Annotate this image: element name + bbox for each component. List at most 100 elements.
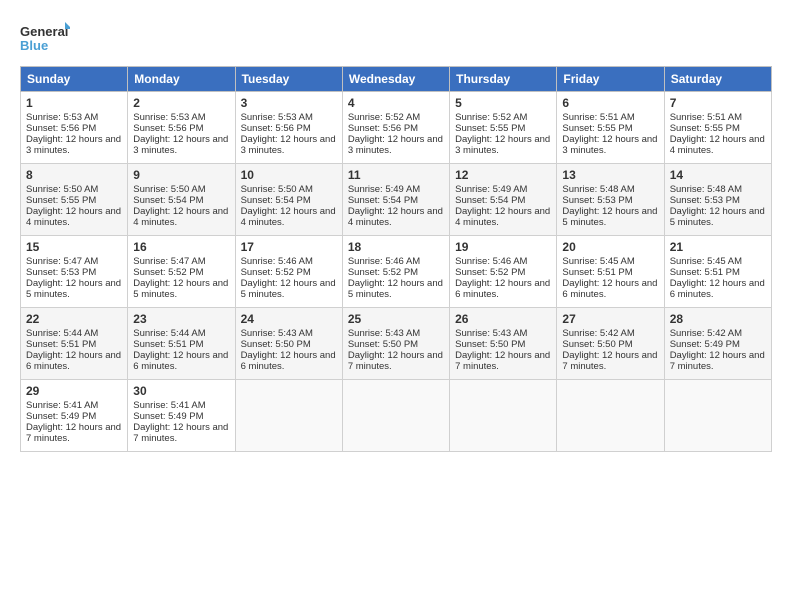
sunrise: Sunrise: 5:41 AM: [26, 400, 98, 411]
daylight-label: Daylight: 12 hours and 5 minutes.: [562, 206, 657, 228]
calendar-cell: 1Sunrise: 5:53 AMSunset: 5:56 PMDaylight…: [21, 92, 128, 164]
sunset: Sunset: 5:51 PM: [670, 267, 740, 278]
sunset: Sunset: 5:54 PM: [133, 195, 203, 206]
header-monday: Monday: [128, 67, 235, 92]
daylight-label: Daylight: 12 hours and 6 minutes.: [562, 278, 657, 300]
sunrise: Sunrise: 5:44 AM: [133, 328, 205, 339]
daylight-label: Daylight: 12 hours and 3 minutes.: [348, 134, 443, 156]
calendar-cell: 21Sunrise: 5:45 AMSunset: 5:51 PMDayligh…: [664, 236, 771, 308]
week-row-5: 29Sunrise: 5:41 AMSunset: 5:49 PMDayligh…: [21, 380, 772, 452]
daylight-label: Daylight: 12 hours and 5 minutes.: [348, 278, 443, 300]
day-number: 30: [133, 384, 229, 398]
calendar-cell: 15Sunrise: 5:47 AMSunset: 5:53 PMDayligh…: [21, 236, 128, 308]
calendar-cell: 2Sunrise: 5:53 AMSunset: 5:56 PMDaylight…: [128, 92, 235, 164]
header-saturday: Saturday: [664, 67, 771, 92]
sunset: Sunset: 5:52 PM: [348, 267, 418, 278]
day-number: 15: [26, 240, 122, 254]
calendar-table: SundayMondayTuesdayWednesdayThursdayFrid…: [20, 66, 772, 452]
calendar-cell: 19Sunrise: 5:46 AMSunset: 5:52 PMDayligh…: [450, 236, 557, 308]
calendar-cell: 17Sunrise: 5:46 AMSunset: 5:52 PMDayligh…: [235, 236, 342, 308]
sunrise: Sunrise: 5:43 AM: [241, 328, 313, 339]
calendar-cell: 13Sunrise: 5:48 AMSunset: 5:53 PMDayligh…: [557, 164, 664, 236]
sunset: Sunset: 5:52 PM: [455, 267, 525, 278]
day-number: 18: [348, 240, 444, 254]
calendar-cell: 28Sunrise: 5:42 AMSunset: 5:49 PMDayligh…: [664, 308, 771, 380]
daylight-label: Daylight: 12 hours and 7 minutes.: [562, 350, 657, 372]
header-tuesday: Tuesday: [235, 67, 342, 92]
sunrise: Sunrise: 5:43 AM: [348, 328, 420, 339]
calendar-cell: [557, 380, 664, 452]
sunset: Sunset: 5:56 PM: [348, 123, 418, 134]
calendar-cell: 9Sunrise: 5:50 AMSunset: 5:54 PMDaylight…: [128, 164, 235, 236]
day-number: 10: [241, 168, 337, 182]
header-row: General Blue: [20, 20, 772, 60]
daylight-label: Daylight: 12 hours and 3 minutes.: [26, 134, 121, 156]
svg-text:General: General: [20, 24, 68, 39]
day-number: 23: [133, 312, 229, 326]
day-number: 27: [562, 312, 658, 326]
calendar-cell: 29Sunrise: 5:41 AMSunset: 5:49 PMDayligh…: [21, 380, 128, 452]
calendar-cell: 25Sunrise: 5:43 AMSunset: 5:50 PMDayligh…: [342, 308, 449, 380]
calendar-cell: [450, 380, 557, 452]
daylight-label: Daylight: 12 hours and 6 minutes.: [26, 350, 121, 372]
sunset: Sunset: 5:51 PM: [26, 339, 96, 350]
calendar-cell: [342, 380, 449, 452]
day-number: 12: [455, 168, 551, 182]
sunrise: Sunrise: 5:45 AM: [562, 256, 634, 267]
sunset: Sunset: 5:50 PM: [562, 339, 632, 350]
calendar-cell: [664, 380, 771, 452]
sunrise: Sunrise: 5:53 AM: [133, 112, 205, 123]
daylight-label: Daylight: 12 hours and 6 minutes.: [670, 278, 765, 300]
sunrise: Sunrise: 5:46 AM: [348, 256, 420, 267]
daylight-label: Daylight: 12 hours and 5 minutes.: [670, 206, 765, 228]
sunrise: Sunrise: 5:48 AM: [670, 184, 742, 195]
sunset: Sunset: 5:49 PM: [670, 339, 740, 350]
daylight-label: Daylight: 12 hours and 7 minutes.: [455, 350, 550, 372]
calendar-cell: 23 Sunrise: 5:44 AMSunset: 5:51 PMDayligh…: [128, 308, 235, 380]
sunrise: Sunrise: 5:48 AM: [562, 184, 634, 195]
sunset: Sunset: 5:53 PM: [670, 195, 740, 206]
week-row-4: 22Sunrise: 5:44 AMSunset: 5:51 PMDayligh…: [21, 308, 772, 380]
day-number: 6: [562, 96, 658, 110]
sunrise: Sunrise: 5:51 AM: [562, 112, 634, 123]
sunset: Sunset: 5:55 PM: [455, 123, 525, 134]
sunrise: Sunrise: 5:51 AM: [670, 112, 742, 123]
sunrise: Sunrise: 5:43 AM: [455, 328, 527, 339]
sunrise: Sunrise: 5:50 AM: [241, 184, 313, 195]
sunset: Sunset: 5:52 PM: [133, 267, 203, 278]
daylight-label: Daylight: 12 hours and 4 minutes.: [670, 134, 765, 156]
sunset: Sunset: 5:51 PM: [133, 339, 203, 350]
sunrise: Sunrise: 5:44 AM: [26, 328, 98, 339]
calendar-cell: 3Sunrise: 5:53 AMSunset: 5:56 PMDaylight…: [235, 92, 342, 164]
day-number: 24: [241, 312, 337, 326]
calendar-cell: 7Sunrise: 5:51 AMSunset: 5:55 PMDaylight…: [664, 92, 771, 164]
sunrise: Sunrise: 5:52 AM: [455, 112, 527, 123]
week-row-1: 1Sunrise: 5:53 AMSunset: 5:56 PMDaylight…: [21, 92, 772, 164]
sunset: Sunset: 5:55 PM: [562, 123, 632, 134]
day-number: 19: [455, 240, 551, 254]
day-number: 1: [26, 96, 122, 110]
sunset: Sunset: 5:50 PM: [241, 339, 311, 350]
sunset: Sunset: 5:56 PM: [241, 123, 311, 134]
sunrise: Sunrise: 5:50 AM: [26, 184, 98, 195]
header-row-days: SundayMondayTuesdayWednesdayThursdayFrid…: [21, 67, 772, 92]
day-number: 17: [241, 240, 337, 254]
page-container: General Blue SundayMondayTuesdayWednesda…: [0, 0, 792, 462]
calendar-cell: 27Sunrise: 5:42 AMSunset: 5:50 PMDayligh…: [557, 308, 664, 380]
calendar-cell: 12Sunrise: 5:49 AMSunset: 5:54 PMDayligh…: [450, 164, 557, 236]
day-number: 4: [348, 96, 444, 110]
daylight-label: Daylight: 12 hours and 3 minutes.: [562, 134, 657, 156]
day-number: 21: [670, 240, 766, 254]
logo-svg: General Blue: [20, 20, 70, 60]
daylight-label: Daylight: 12 hours and 6 minutes.: [133, 350, 228, 372]
calendar-cell: 11Sunrise: 5:49 AMSunset: 5:54 PMDayligh…: [342, 164, 449, 236]
sunrise: Sunrise: 5:47 AM: [26, 256, 98, 267]
daylight-label: Daylight: 12 hours and 4 minutes.: [26, 206, 121, 228]
sunset: Sunset: 5:56 PM: [26, 123, 96, 134]
calendar-cell: 6 Sunrise: 5:51 AMSunset: 5:55 PMDaylight…: [557, 92, 664, 164]
day-number: 28: [670, 312, 766, 326]
sunset: Sunset: 5:53 PM: [562, 195, 632, 206]
week-row-3: 15Sunrise: 5:47 AMSunset: 5:53 PMDayligh…: [21, 236, 772, 308]
daylight-label: Daylight: 12 hours and 5 minutes.: [26, 278, 121, 300]
sunrise: Sunrise: 5:49 AM: [348, 184, 420, 195]
